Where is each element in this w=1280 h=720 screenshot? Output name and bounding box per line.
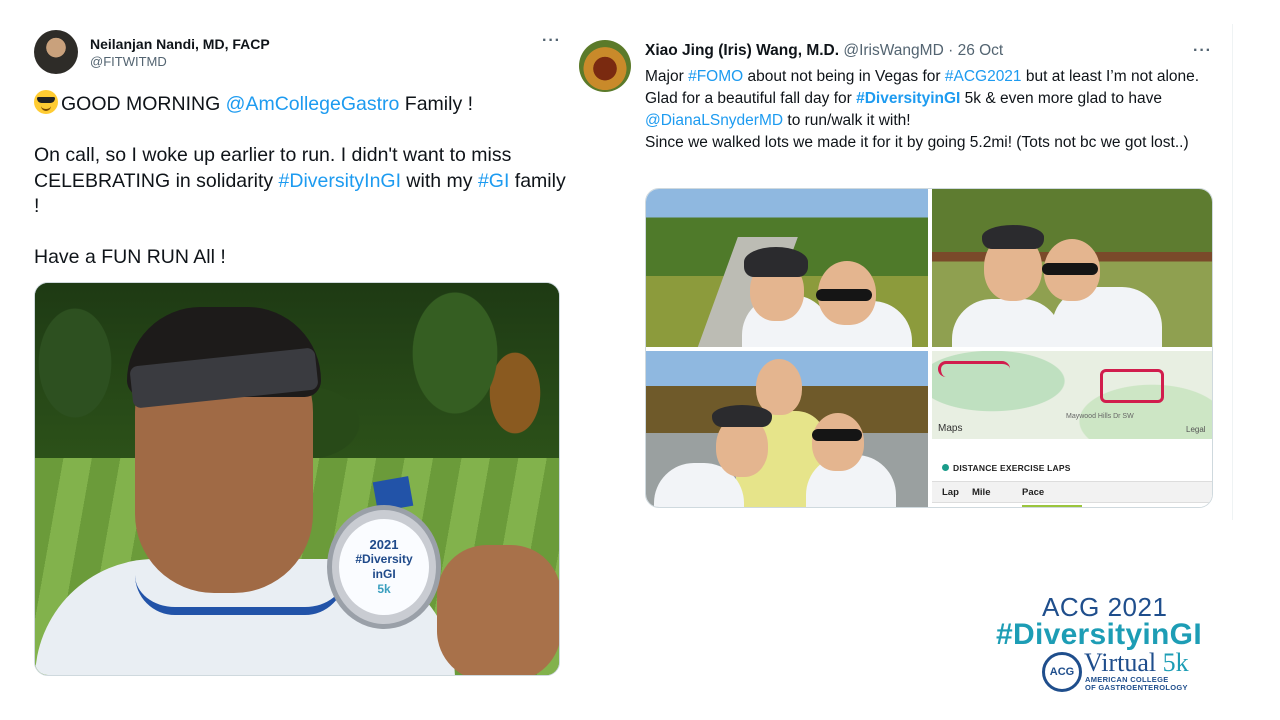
tweet-header: Xiao Jing (Iris) Wang, M.D. @IrisWangMD … <box>645 42 1003 60</box>
text-segment: 5k & even more glad to have <box>960 90 1167 107</box>
author-handle[interactable]: @IrisWangMD <box>843 42 943 59</box>
mention-link[interactable]: @DianaLSnyderMD <box>645 112 783 129</box>
more-options-icon[interactable]: ··· <box>1193 42 1212 60</box>
text-segment: Major <box>645 68 689 85</box>
runner-beanie <box>712 405 772 427</box>
logo-org-name: AMERICAN COLLEGE OF GASTROENTEROLOGY <box>1085 676 1188 692</box>
laps-title: DISTANCE EXERCISE LAPS <box>942 463 1071 473</box>
hashtag-link[interactable]: #GI <box>478 170 509 192</box>
logo-hashtag: #DiversityinGI <box>996 618 1202 651</box>
runner-beanie <box>744 247 808 277</box>
route-map: Maywood Hills Dr SW Maps Legal <box>932 351 1212 439</box>
text-segment: GOOD MORNING <box>61 93 226 115</box>
legal-label: Legal <box>1186 425 1206 434</box>
route-loop <box>1100 369 1164 403</box>
tweet-card-right[interactable]: Xiao Jing (Iris) Wang, M.D. @IrisWangMD … <box>577 24 1233 520</box>
hashtag-link[interactable]: #ACG2021 <box>945 68 1022 85</box>
sunglasses-emoji-icon <box>34 90 58 114</box>
maps-label: Maps <box>938 423 963 434</box>
avatar[interactable] <box>579 40 631 92</box>
runner-hair <box>982 225 1044 249</box>
tweet-text: GOOD MORNING @AmCollegeGastro Family ! O… <box>34 90 574 271</box>
medal-line1: #Diversity <box>355 552 413 566</box>
photo-trail-selfie[interactable] <box>646 189 928 347</box>
mention-link[interactable]: @AmCollegeGastro <box>226 93 400 115</box>
laps-title-text: DISTANCE EXERCISE LAPS <box>953 463 1071 473</box>
logo-virtual-word: Virtual <box>1084 648 1157 677</box>
author-name[interactable]: Neilanjan Nandi, MD, FACP <box>90 36 270 52</box>
author-handle[interactable]: @FITWITMD <box>90 54 167 69</box>
author-name[interactable]: Xiao Jing (Iris) Wang, M.D. <box>645 42 839 59</box>
logo-5k: 5k <box>1162 648 1189 677</box>
acg-event-logo: ACG 2021 #DiversityinGI ACG Virtual 5k A… <box>986 590 1236 702</box>
text-segment: with my <box>401 169 478 192</box>
photo-grid: Maywood Hills Dr SW Maps Legal DISTANCE … <box>645 188 1213 508</box>
sunglasses <box>816 289 872 301</box>
medal-lanyard <box>135 575 345 615</box>
hashtag-link[interactable]: #FOMO <box>688 68 743 85</box>
runner-face <box>756 359 802 415</box>
hashtag-link[interactable]: #DiversityInGI <box>279 170 401 192</box>
photo-group-selfie[interactable] <box>646 351 928 507</box>
photo-map-screenshot[interactable]: Maywood Hills Dr SW Maps Legal DISTANCE … <box>932 351 1212 507</box>
text-segment: about not being in Vegas for <box>743 68 945 85</box>
map-road-label: Maywood Hills Dr SW <box>1066 413 1134 420</box>
location-pin-icon <box>942 464 949 471</box>
hashtag-link[interactable]: #DiversityinGI <box>856 90 960 107</box>
medal-year: 2021 <box>369 537 399 552</box>
separator: · <box>948 42 954 59</box>
logo-virtual: Virtual 5k <box>1084 648 1189 678</box>
medal: 2021 #Diversity inGI 5k <box>327 505 441 629</box>
sunglasses <box>812 429 862 441</box>
runner-shirt <box>952 299 1062 347</box>
column-header: Lap <box>942 487 959 498</box>
route-line <box>938 361 1010 377</box>
logo-org-line2: OF GASTROENTEROLOGY <box>1085 683 1188 692</box>
runner-hand <box>437 545 559 675</box>
medal-line3: 5k <box>377 582 391 596</box>
tweet-date[interactable]: 26 Oct <box>958 42 1004 59</box>
sunglasses <box>1042 263 1098 275</box>
avatar[interactable] <box>34 30 78 74</box>
photo-bridge-selfie[interactable] <box>932 189 1212 347</box>
pace-bar <box>1022 505 1082 507</box>
runner-face <box>812 413 864 471</box>
laps-table-header: Lap Mile Pace <box>932 481 1212 503</box>
tweet-photo[interactable]: 2021 #Diversity inGI 5k <box>34 282 560 676</box>
medal-face: 2021 #Diversity inGI 5k <box>339 519 429 615</box>
column-header: Mile <box>972 487 991 498</box>
more-options-icon[interactable]: ··· <box>542 32 561 50</box>
column-header: Pace <box>1022 487 1045 498</box>
tweet-card-left[interactable]: Neilanjan Nandi, MD, FACP @FITWITMD ··· … <box>14 24 580 694</box>
acg-seal-icon: ACG <box>1042 652 1082 692</box>
medal-line2: inGI <box>372 567 396 581</box>
tweet-text: Major #FOMO about not being in Vegas for… <box>645 66 1217 154</box>
